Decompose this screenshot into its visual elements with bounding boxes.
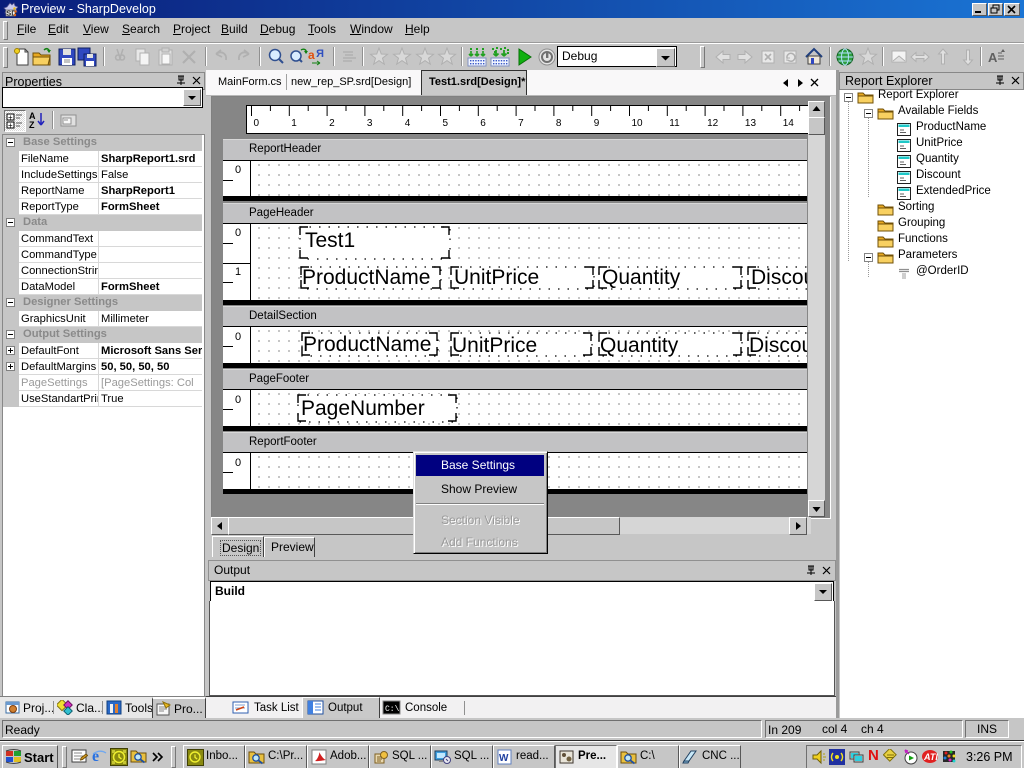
- svg-text:2: 2: [329, 118, 335, 129]
- svg-text:7: 7: [518, 118, 524, 129]
- svg-text:0: 0: [254, 118, 260, 129]
- svg-text:13: 13: [745, 118, 757, 129]
- svg-text:11: 11: [669, 118, 680, 129]
- svg-text:6: 6: [480, 118, 486, 129]
- svg-text:R: R: [316, 48, 324, 60]
- svg-text:5: 5: [443, 118, 449, 129]
- svg-text:10: 10: [632, 118, 644, 129]
- svg-text:12: 12: [707, 118, 719, 129]
- svg-text:+: +: [8, 121, 13, 130]
- svg-text:W: W: [499, 753, 509, 764]
- svg-text:9: 9: [594, 118, 600, 129]
- svg-text:e: e: [92, 748, 99, 764]
- svg-text:ATI: ATI: [923, 752, 938, 762]
- svg-text:A: A: [988, 50, 998, 65]
- svg-text:1: 1: [291, 118, 297, 129]
- svg-text:a: a: [308, 48, 315, 62]
- svg-text:8: 8: [556, 118, 562, 129]
- svg-text:4: 4: [405, 118, 411, 129]
- svg-text:Z: Z: [29, 120, 35, 130]
- svg-text:C:\: C:\: [385, 705, 400, 714]
- svg-text:3: 3: [367, 118, 373, 129]
- svg-text:14: 14: [783, 118, 795, 129]
